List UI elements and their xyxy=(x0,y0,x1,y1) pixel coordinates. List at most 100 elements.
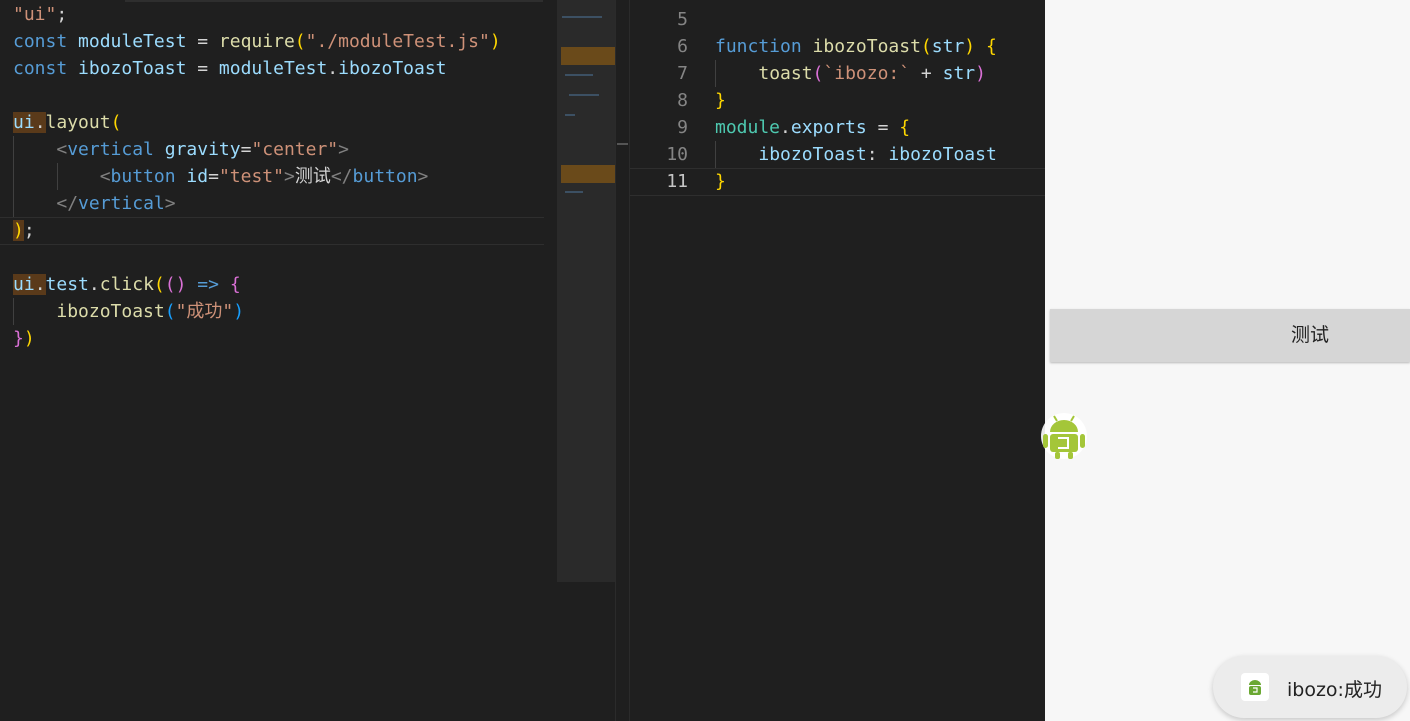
code-token: ( xyxy=(294,31,306,52)
test-button[interactable]: 测试 xyxy=(1050,309,1410,362)
code-token: button xyxy=(110,166,176,187)
code-token: moduleTest xyxy=(78,31,187,52)
code-line[interactable]: ibozoToast("成功") xyxy=(13,298,501,325)
code-token: () xyxy=(164,274,187,295)
code-line[interactable]: } xyxy=(715,87,997,114)
code-line[interactable]: <vertical gravity="center"> xyxy=(13,136,501,163)
code-token: => xyxy=(186,274,230,295)
right-code-area[interactable]: function ibozoToast(str) { toast(`ibozo:… xyxy=(715,6,997,195)
minimap-line xyxy=(565,114,575,116)
line-number: 10 xyxy=(666,144,688,165)
code-line[interactable]: ui.layout( xyxy=(13,109,501,136)
code-token: vertical xyxy=(78,193,165,214)
code-token: { xyxy=(899,117,911,138)
line-number: 5 xyxy=(677,9,688,30)
code-token: ibozoToast xyxy=(78,58,187,79)
code-token: vertical xyxy=(67,139,154,160)
code-line[interactable]: function ibozoToast(str) { xyxy=(715,33,997,60)
code-token: ; xyxy=(23,220,35,241)
code-line[interactable]: ); xyxy=(13,217,501,244)
code-token: ; xyxy=(56,4,68,25)
code-token: = xyxy=(186,31,219,52)
app-icon xyxy=(1241,673,1269,701)
code-token: ibozoToast xyxy=(758,144,867,165)
minimap-line xyxy=(562,16,602,18)
code-token: ui xyxy=(13,112,35,133)
code-token: "test" xyxy=(218,166,284,187)
code-token: . xyxy=(34,274,46,295)
code-line[interactable]: "ui"; xyxy=(13,1,501,28)
code-token: ibozoToast xyxy=(338,58,447,79)
code-token: ui xyxy=(13,274,35,295)
code-token: < xyxy=(99,166,111,187)
code-token: id xyxy=(186,166,209,187)
code-token: module xyxy=(715,117,781,138)
minimap-line xyxy=(565,191,583,193)
code-token: = xyxy=(866,117,900,138)
code-token: require xyxy=(218,31,295,52)
code-token: ) xyxy=(233,301,245,322)
code-token: ) xyxy=(964,36,976,57)
code-token: { xyxy=(985,36,997,57)
code-line[interactable] xyxy=(715,6,997,33)
toast-text: ibozo:成功 xyxy=(1287,679,1382,701)
line-number: 6 xyxy=(677,36,688,57)
code-token: ibozoToast xyxy=(888,144,997,165)
left-code-area[interactable]: "ui"; const moduleTest = require("./modul… xyxy=(13,1,501,352)
minimap[interactable] xyxy=(557,0,615,582)
code-token: . xyxy=(88,274,100,295)
android-icon[interactable] xyxy=(1040,410,1088,462)
code-line[interactable]: toast(`ibozo:` + str) xyxy=(715,60,997,87)
code-token: const xyxy=(13,58,79,79)
code-token: gravity xyxy=(164,139,241,160)
code-token: "./moduleTest.js" xyxy=(305,31,490,52)
code-token: layout xyxy=(45,112,111,133)
code-token: > xyxy=(417,166,429,187)
code-token: } xyxy=(715,90,726,111)
code-line[interactable]: } xyxy=(715,168,997,195)
code-token: ( xyxy=(920,36,932,57)
minimap-highlight xyxy=(561,47,615,65)
code-line[interactable]: const ibozoToast = moduleTest.ibozoToast xyxy=(13,55,501,82)
line-number: 9 xyxy=(677,117,688,138)
code-token: ibozoToast xyxy=(56,301,165,322)
code-token: `ibozo:` xyxy=(823,63,911,84)
code-line[interactable]: }) xyxy=(13,325,501,352)
code-token: < xyxy=(56,139,68,160)
code-line[interactable]: <button id="test">测试</button> xyxy=(13,163,501,190)
code-token: = xyxy=(208,166,219,187)
code-token: ) xyxy=(13,220,24,241)
code-line[interactable]: </vertical> xyxy=(13,190,501,217)
toast: ibozo:成功 xyxy=(1213,656,1407,718)
line-number: 8 xyxy=(677,90,688,111)
code-token: moduleTest xyxy=(218,58,328,79)
code-token: ibozoToast xyxy=(812,36,921,57)
code-token: : xyxy=(866,144,889,165)
code-line[interactable] xyxy=(13,244,501,271)
code-line[interactable]: const moduleTest = require("./moduleTest… xyxy=(13,28,501,55)
line-number-gutter: 5 6 7 8 9 10 11 xyxy=(630,6,688,195)
code-line[interactable]: ibozoToast: ibozoToast xyxy=(715,141,997,168)
split-divider[interactable] xyxy=(615,0,630,721)
code-token: > xyxy=(164,193,176,214)
code-line[interactable]: ui.test.click(() => { xyxy=(13,271,501,298)
code-line[interactable] xyxy=(13,82,501,109)
code-token: ( xyxy=(153,274,165,295)
code-token: str xyxy=(931,36,965,57)
code-token: exports xyxy=(790,117,867,138)
code-token: ( xyxy=(812,63,824,84)
code-token: > xyxy=(338,139,349,160)
code-token: </ xyxy=(56,193,79,214)
divider-handle[interactable] xyxy=(617,143,628,145)
code-token: } xyxy=(13,328,24,349)
code-token: str xyxy=(942,63,976,84)
code-token: ( xyxy=(110,112,122,133)
code-token: "成功" xyxy=(175,301,234,322)
code-line[interactable]: module.exports = { xyxy=(715,114,997,141)
